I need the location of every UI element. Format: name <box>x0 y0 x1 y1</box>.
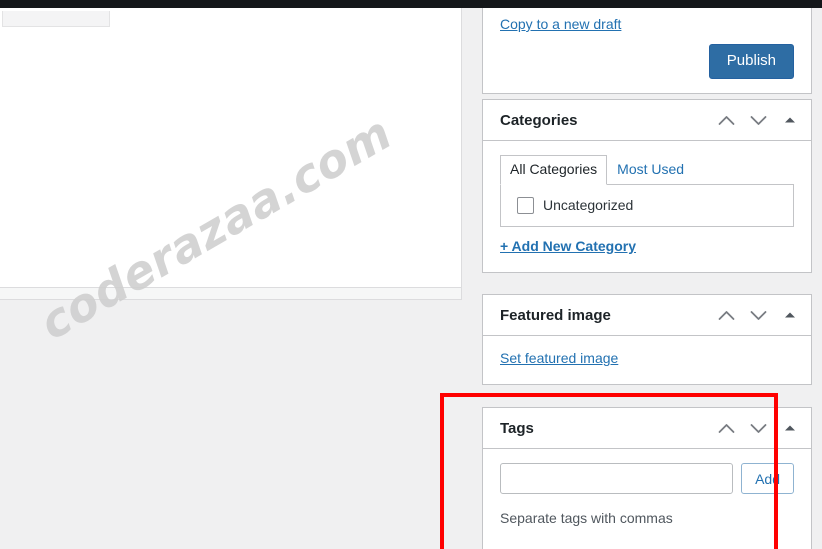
editor-status-bar <box>0 288 462 300</box>
chevron-down-icon[interactable] <box>743 413 773 443</box>
tags-panel-body: Add Separate tags with commas Choose fro… <box>483 449 811 549</box>
post-editor-column <box>0 8 462 549</box>
add-tag-button[interactable]: Add <box>741 463 794 494</box>
featured-image-panel-header: Featured image <box>483 295 811 336</box>
triangle-up-icon[interactable] <box>775 413 805 443</box>
browser-chrome-bar <box>0 0 822 8</box>
featured-image-panel: Featured image Set featured image <box>482 294 812 385</box>
category-checkbox-uncategorized[interactable] <box>517 196 534 214</box>
category-label: Uncategorized <box>543 197 634 214</box>
tags-panel-title: Tags <box>500 419 534 437</box>
copy-to-new-draft-link[interactable]: Copy to a new draft <box>500 16 621 32</box>
publish-button[interactable]: Publish <box>708 44 794 79</box>
chevron-up-icon[interactable] <box>711 105 741 135</box>
tags-panel: Tags Add Separate tags with commas <box>482 407 812 549</box>
tag-input[interactable] <box>500 463 734 494</box>
tags-panel-header: Tags <box>483 408 811 449</box>
categories-checklist: Uncategorized <box>500 183 794 227</box>
category-list-item[interactable]: Uncategorized <box>517 196 783 214</box>
chevron-down-icon[interactable] <box>743 105 773 135</box>
add-new-category-link[interactable]: + Add New Category <box>500 238 636 254</box>
set-featured-image-link[interactable]: Set featured image <box>500 350 618 366</box>
categories-panel-header: Categories <box>483 100 811 141</box>
tab-all-categories[interactable]: All Categories <box>500 155 608 185</box>
tag-entry-row: Add <box>500 463 794 494</box>
featured-image-panel-body: Set featured image <box>483 336 811 384</box>
categories-panel-header-actions <box>711 105 805 135</box>
featured-image-panel-title: Featured image <box>500 306 611 324</box>
chevron-up-icon[interactable] <box>711 300 741 330</box>
publish-panel-body: Copy to a new draft Publish <box>483 8 811 93</box>
chevron-down-icon[interactable] <box>743 300 773 330</box>
publish-actions-row: Publish <box>500 44 794 79</box>
triangle-up-icon[interactable] <box>775 300 805 330</box>
categories-panel: Categories All Categories Most Used Unca… <box>482 99 812 273</box>
editor-tab[interactable] <box>2 11 110 27</box>
featured-image-panel-header-actions <box>711 300 805 330</box>
chevron-up-icon[interactable] <box>711 413 741 443</box>
browser-screen: coderazaa.com Copy to a new draft Publis… <box>0 0 822 549</box>
categories-panel-body: All Categories Most Used Uncategorized +… <box>483 141 811 272</box>
post-settings-sidebar: Copy to a new draft Publish Categories A… <box>462 8 822 549</box>
triangle-up-icon[interactable] <box>775 105 805 135</box>
tag-hint-text: Separate tags with commas <box>500 510 673 526</box>
categories-tablist: All Categories Most Used <box>500 155 794 185</box>
tab-most-used[interactable]: Most Used <box>607 155 694 184</box>
post-content-canvas[interactable] <box>0 8 462 288</box>
publish-panel: Copy to a new draft Publish <box>482 8 812 94</box>
categories-panel-title: Categories <box>500 111 578 129</box>
tags-panel-header-actions <box>711 413 805 443</box>
